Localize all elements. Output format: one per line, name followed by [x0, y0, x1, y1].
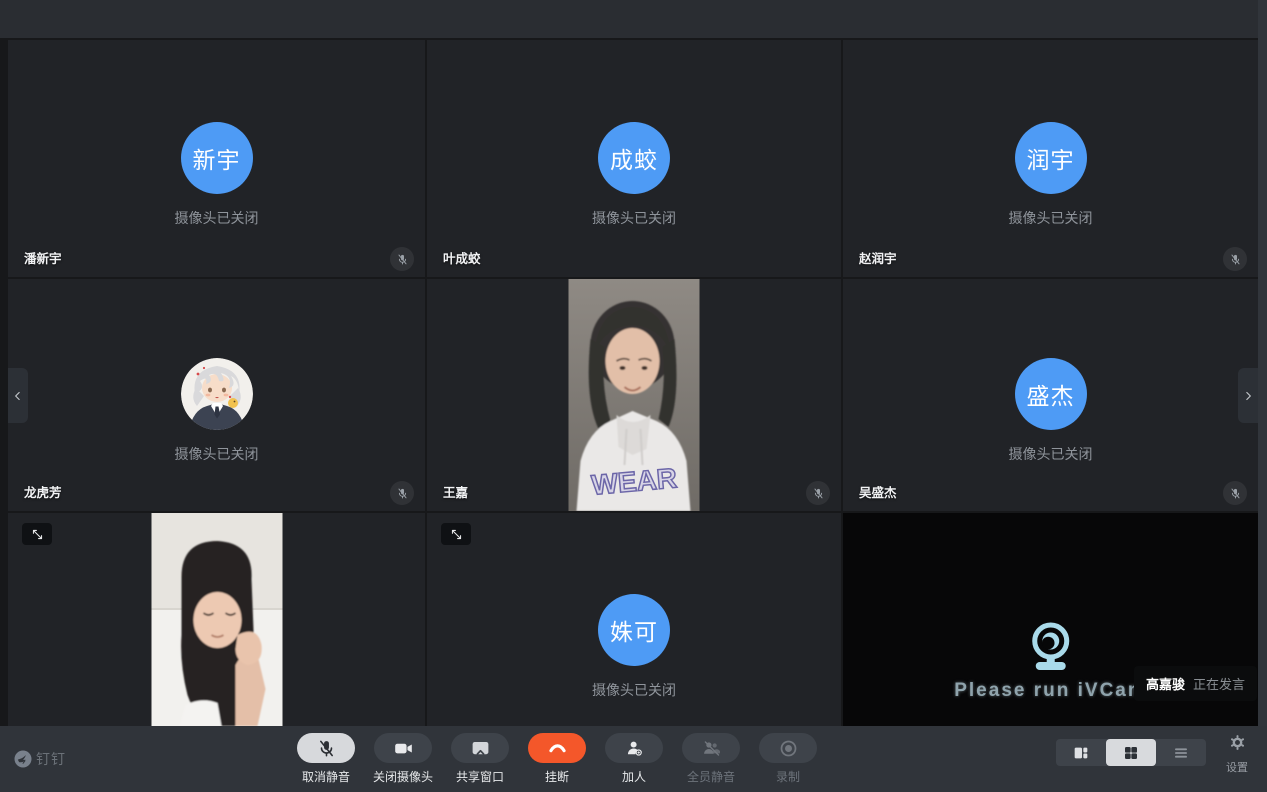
- conference-toolbar: 钉钉 取消静音 关闭摄像头 共享窗口 挂断: [0, 726, 1267, 792]
- grid-view-icon: [1123, 745, 1139, 761]
- add-person-button[interactable]: 加人: [602, 733, 666, 785]
- participant-tile[interactable]: 姝可 摄像头已关闭: [427, 513, 841, 726]
- prev-page-button[interactable]: [8, 368, 28, 423]
- participant-tile-video[interactable]: WEAR 王嘉: [427, 279, 841, 511]
- avatar: 润宇: [1015, 122, 1087, 194]
- speaking-toast: 高嘉骏 正在发言: [1134, 666, 1257, 701]
- record-label: 录制: [776, 768, 800, 785]
- gear-icon: [1229, 734, 1246, 751]
- camera-off-label: 摄像头已关闭: [1009, 444, 1093, 464]
- mute-all-button[interactable]: 全员静音: [679, 733, 743, 785]
- speaking-status: 正在发言: [1193, 674, 1245, 693]
- video-feed: [151, 513, 282, 726]
- participant-tile[interactable]: 润宇 摄像头已关闭 赵润宇: [843, 40, 1258, 277]
- brand-name: 钉钉: [36, 749, 66, 769]
- ivcam-placeholder: Please run iVCam: [954, 620, 1147, 702]
- camera-off-label: 摄像头已关闭: [592, 680, 676, 700]
- mute-all-label: 全员静音: [687, 768, 735, 785]
- view-mode-speaker[interactable]: [1056, 739, 1106, 766]
- window-titlebar: [0, 0, 1267, 38]
- mic-muted-icon: [1223, 247, 1247, 271]
- participant-name: 叶成蛟: [443, 248, 481, 267]
- avatar: 新宇: [181, 122, 253, 194]
- mic-muted-icon: [390, 247, 414, 271]
- avatar: 成蛟: [598, 122, 670, 194]
- toolbar-center-group: 取消静音 关闭摄像头 共享窗口 挂断 加人: [294, 733, 833, 785]
- mic-muted-icon: [297, 733, 355, 763]
- brand: 钉钉: [14, 726, 66, 792]
- hangup-icon: [528, 733, 586, 763]
- next-page-button[interactable]: [1238, 368, 1258, 423]
- camera-off-label: 摄像头已关闭: [175, 444, 259, 464]
- mic-muted-icon: [806, 481, 830, 505]
- avatar-image: [181, 358, 253, 430]
- right-edge-strip: [1258, 0, 1267, 726]
- participant-name: 吴盛杰: [859, 482, 897, 501]
- participant-tile[interactable]: 盛杰 摄像头已关闭 吴盛杰: [843, 279, 1258, 511]
- participant-tile[interactable]: 新宇 摄像头已关闭 潘新宇: [8, 40, 425, 277]
- mic-muted-icon: [390, 481, 414, 505]
- video-feed: WEAR: [569, 279, 700, 511]
- unmute-label: 取消静音: [302, 768, 350, 785]
- view-mode-list[interactable]: [1156, 739, 1206, 766]
- mute-all-icon: [682, 733, 740, 763]
- settings-label: 设置: [1226, 759, 1248, 775]
- avatar: 姝可: [598, 594, 670, 666]
- camera-icon: [374, 733, 432, 763]
- chevron-right-icon: [1241, 389, 1255, 403]
- record-button[interactable]: 录制: [756, 733, 820, 785]
- chevron-left-icon: [11, 389, 25, 403]
- unmute-button[interactable]: 取消静音: [294, 733, 358, 785]
- participant-name: 潘新宇: [24, 248, 62, 267]
- list-view-icon: [1173, 745, 1189, 761]
- avatar: 盛杰: [1015, 358, 1087, 430]
- participant-tile[interactable]: 成蛟 摄像头已关闭 叶成蛟: [427, 40, 841, 277]
- participant-name: 王嘉: [443, 482, 468, 501]
- camera-off-button[interactable]: 关闭摄像头: [371, 733, 435, 785]
- camera-off-label: 摄像头已关闭: [175, 208, 259, 228]
- hangup-label: 挂断: [545, 768, 569, 785]
- participant-name: 赵润宇: [859, 248, 897, 267]
- camera-off-label: 关闭摄像头: [373, 768, 433, 785]
- mic-muted-icon: [1223, 481, 1247, 505]
- view-mode-grid[interactable]: [1106, 739, 1156, 766]
- expand-button[interactable]: [22, 523, 52, 545]
- camera-off-label: 摄像头已关闭: [1009, 208, 1093, 228]
- add-person-icon: [605, 733, 663, 763]
- participant-name: 龙虎芳: [24, 482, 62, 501]
- settings-button[interactable]: 设置: [1218, 734, 1256, 775]
- view-mode-switcher: [1056, 739, 1206, 766]
- ivcam-message: Please run iVCam: [954, 680, 1147, 702]
- record-icon: [759, 733, 817, 763]
- expand-button[interactable]: [441, 523, 471, 545]
- share-window-button[interactable]: 共享窗口: [448, 733, 512, 785]
- hangup-button[interactable]: 挂断: [525, 733, 589, 785]
- speaker-view-icon: [1073, 745, 1089, 761]
- webcam-icon: [1021, 620, 1081, 674]
- speaker-name: 高嘉骏: [1146, 674, 1185, 693]
- share-screen-icon: [451, 733, 509, 763]
- share-window-label: 共享窗口: [456, 768, 504, 785]
- participant-tile[interactable]: 摄像头已关闭 龙虎芳: [8, 279, 425, 511]
- dingtalk-logo-icon: [14, 750, 32, 768]
- camera-off-label: 摄像头已关闭: [592, 208, 676, 228]
- add-person-label: 加人: [622, 768, 646, 785]
- participant-tile-video[interactable]: [8, 513, 425, 726]
